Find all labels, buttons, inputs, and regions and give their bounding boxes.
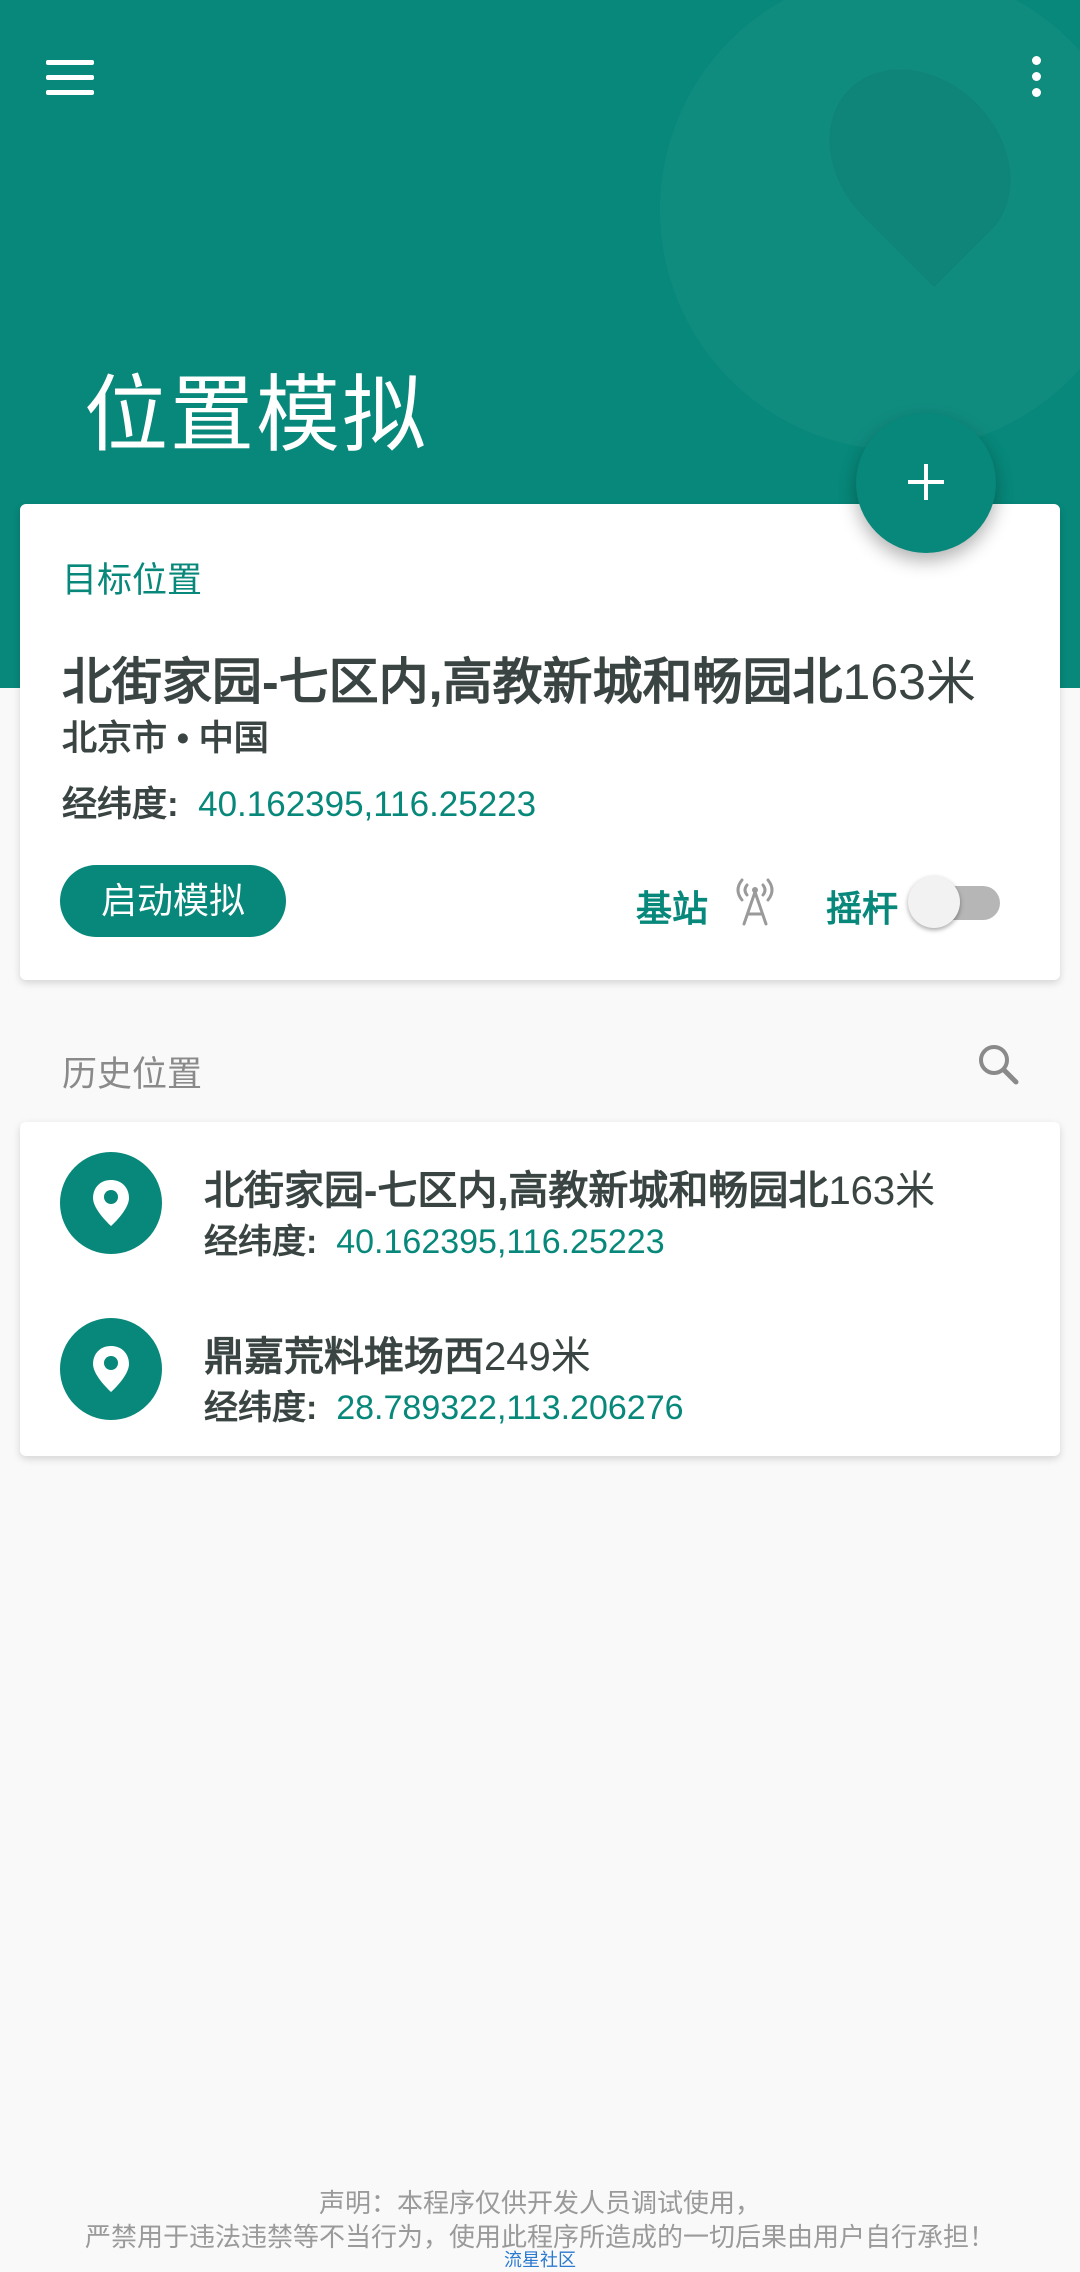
community-link[interactable]: 流星社区 bbox=[0, 2246, 1080, 2272]
start-simulation-button[interactable]: 启动模拟 bbox=[60, 865, 286, 937]
location-pin-icon bbox=[60, 1318, 162, 1420]
base-station-label[interactable]: 基站 bbox=[636, 880, 708, 932]
history-item-coordinates: 经纬度: 40.162395,116.25223 bbox=[204, 1214, 665, 1263]
history-item-distance: 163米 bbox=[828, 1169, 936, 1213]
more-vert-icon[interactable] bbox=[1008, 48, 1064, 104]
joystick-toggle[interactable] bbox=[908, 876, 1016, 930]
joystick-label: 摇杆 bbox=[826, 888, 899, 929]
history-item-name: 北街家园-七区内,高教新城和畅园北163米 bbox=[204, 1158, 935, 1216]
menu-icon[interactable] bbox=[40, 52, 104, 108]
target-region: 北京市 • 中国 bbox=[62, 719, 269, 758]
history-item[interactable]: 鼎嘉荒料堆场西249米 经纬度: 28.789322,113.206276 bbox=[20, 1288, 1060, 1448]
coord-value: 28.789322,113.206276 bbox=[336, 1389, 684, 1427]
target-place-title: 北街家园-七区内,高教新城和畅园北 bbox=[62, 654, 843, 710]
disclaimer-line-1: 声明：本程序仅供开发人员调试使用， bbox=[318, 2188, 761, 2218]
coord-label: 经纬度: bbox=[62, 785, 179, 824]
history-section-label: 历史位置 bbox=[62, 1055, 203, 1094]
location-pin-icon bbox=[60, 1152, 162, 1254]
coord-value: 40.162395,116.25223 bbox=[336, 1223, 665, 1261]
target-distance: 163米 bbox=[842, 654, 976, 710]
toggle-thumb bbox=[908, 876, 960, 928]
history-item-distance: 249米 bbox=[484, 1335, 591, 1379]
coord-label: 经纬度: bbox=[204, 1389, 318, 1427]
coord-label: 经纬度: bbox=[204, 1223, 318, 1261]
page-title: 位置模拟 bbox=[84, 368, 429, 462]
add-location-button[interactable] bbox=[856, 413, 996, 553]
coord-value: 40.162395,116.25223 bbox=[198, 785, 537, 824]
target-coordinates: 经纬度: 40.162395,116.25223 bbox=[62, 776, 536, 827]
history-item-title: 鼎嘉荒料堆场西 bbox=[204, 1335, 484, 1379]
history-item[interactable]: 北街家园-七区内,高教新城和畅园北163米 经纬度: 40.162395,116… bbox=[20, 1122, 1060, 1282]
history-item-title: 北街家园-七区内,高教新城和畅园北 bbox=[204, 1169, 829, 1213]
search-icon[interactable] bbox=[974, 1040, 1022, 1088]
history-item-coordinates: 经纬度: 28.789322,113.206276 bbox=[204, 1380, 684, 1429]
history-list: 北街家园-七区内,高教新城和畅园北163米 经纬度: 40.162395,116… bbox=[20, 1122, 1060, 1456]
history-item-name: 鼎嘉荒料堆场西249米 bbox=[204, 1324, 591, 1382]
target-location-card: 目标位置 北街家园-七区内,高教新城和畅园北163米 北京市 • 中国 经纬度:… bbox=[20, 504, 1060, 980]
disclaimer: 声明：本程序仅供开发人员调试使用， 严禁用于违法违禁等不当行为，使用此程序所造成… bbox=[0, 2186, 1080, 2254]
target-place-name: 北街家园-七区内,高教新城和畅园北163米 bbox=[62, 642, 976, 714]
target-section-label: 目标位置 bbox=[62, 561, 203, 600]
antenna-icon[interactable] bbox=[732, 874, 778, 928]
